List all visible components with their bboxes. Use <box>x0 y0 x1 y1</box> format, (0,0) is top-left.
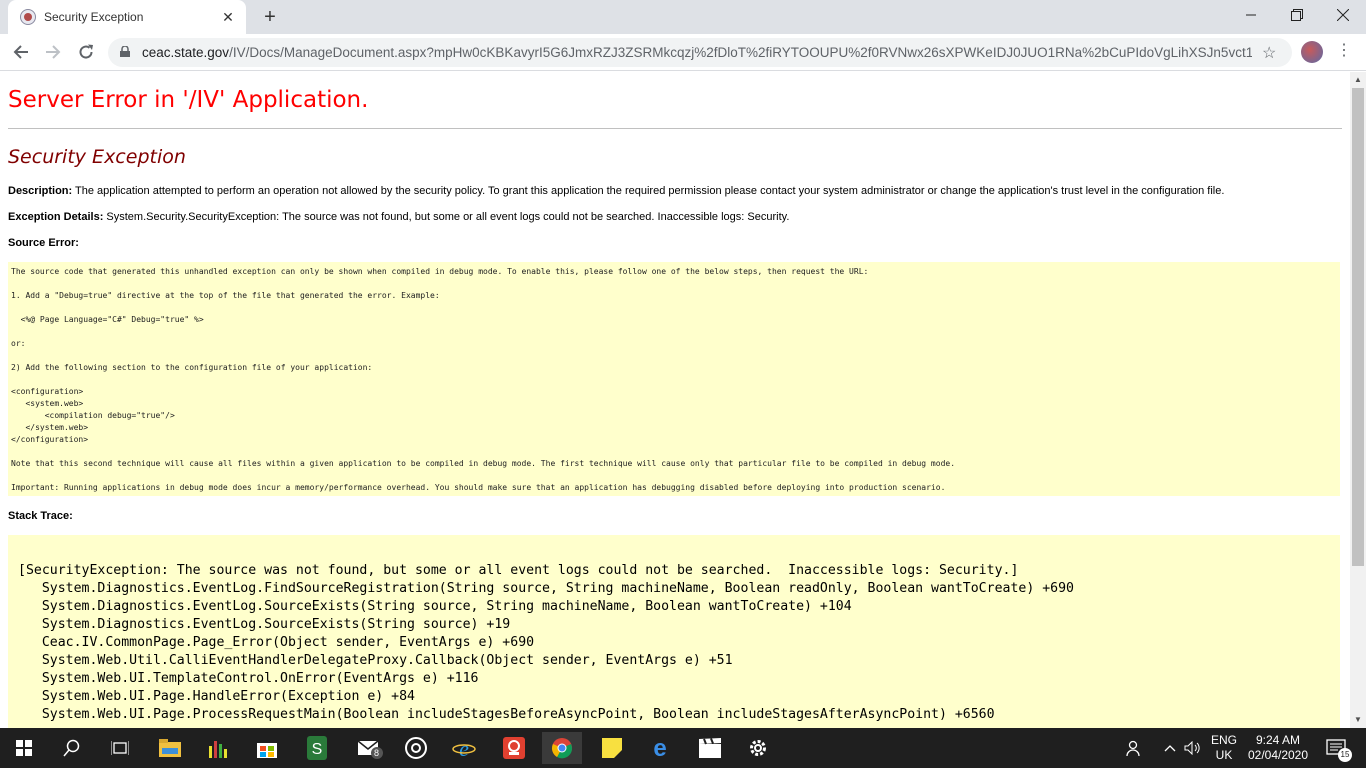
reload-icon[interactable] <box>72 38 100 66</box>
notifications-icon[interactable]: 15 <box>1316 728 1356 768</box>
mail-badge: 8 <box>374 748 380 758</box>
source-line: 2) Add the following section to the conf… <box>11 363 373 372</box>
minimize-icon[interactable] <box>1228 0 1274 30</box>
restore-icon[interactable] <box>1274 0 1320 30</box>
store-icon[interactable] <box>247 732 287 764</box>
language-indicator[interactable]: ENG UK <box>1208 728 1240 768</box>
tab-security-exception[interactable]: Security Exception ✕ <box>8 0 246 34</box>
mail-icon[interactable]: 8 <box>350 732 390 764</box>
source-line: <system.web> <box>11 399 84 408</box>
forward-icon[interactable] <box>39 38 67 66</box>
task-view-icon[interactable] <box>100 732 140 764</box>
settings-gear-icon[interactable] <box>738 732 778 764</box>
stack-line: System.Diagnostics.EventLog.SourceExists… <box>18 617 511 632</box>
description-label: Description: <box>8 185 73 197</box>
browser-toolbar: ceac.state.gov/IV/Docs/ManageDocument.as… <box>0 34 1366 71</box>
stack-line: System.Diagnostics.EventLog.FindSourceRe… <box>18 581 1074 596</box>
stack-line: Ceac.IV.CommonPage.Page_Error(Object sen… <box>18 635 535 650</box>
menu-kebab-icon[interactable]: ⋮ <box>1336 40 1352 64</box>
clock-date: 02/04/2020 <box>1247 748 1309 762</box>
exception-details-text: System.Security.SecurityException: The s… <box>103 211 790 223</box>
source-line: Important: Running applications in debug… <box>11 483 946 492</box>
svg-text:S: S <box>312 741 323 758</box>
target-app-icon[interactable] <box>396 732 436 764</box>
scrollbar-thumb[interactable] <box>1352 88 1364 566</box>
url-text: ceac.state.gov/IV/Docs/ManageDocument.as… <box>142 38 1252 67</box>
alert-app-icon[interactable] <box>494 732 534 764</box>
chart-app-icon[interactable] <box>198 732 238 764</box>
stack-line: System.Web.UI.Page.HandleError(Exception… <box>18 689 415 704</box>
tab-title: Security Exception <box>44 10 144 24</box>
finance-app-icon[interactable]: S <box>297 732 337 764</box>
svg-text:e: e <box>459 736 469 760</box>
edge-icon[interactable]: e <box>640 732 680 764</box>
scroll-down-icon[interactable]: ▼ <box>1350 712 1366 728</box>
windows-taskbar: S 8 e e ENG UK 9:24 AM 02/04/2020 15 <box>0 728 1366 768</box>
address-bar[interactable]: ceac.state.gov/IV/Docs/ManageDocument.as… <box>108 38 1292 67</box>
close-tab-icon[interactable]: ✕ <box>220 9 236 25</box>
stack-trace-label: Stack Trace: <box>8 510 73 522</box>
chrome-icon[interactable] <box>542 732 582 764</box>
seal-favicon-icon <box>20 9 36 25</box>
language-code: ENG <box>1210 733 1237 747</box>
tab-strip: Security Exception ✕ + <box>0 0 1366 34</box>
source-line: 1. Add a "Debug=true" directive at the t… <box>11 291 440 300</box>
stack-trace-box: [SecurityException: The source was not f… <box>8 535 1340 728</box>
file-explorer-icon[interactable] <box>150 732 190 764</box>
source-line: or: <box>11 339 26 348</box>
page-title: Server Error in '/IV' Application. <box>8 87 369 113</box>
internet-explorer-icon[interactable]: e <box>444 732 484 764</box>
source-line: </system.web> <box>11 423 89 432</box>
source-line: </configuration> <box>11 435 89 444</box>
exception-title: Security Exception <box>8 146 186 168</box>
source-line: <configuration> <box>11 387 84 396</box>
stack-line: [SecurityException: The source was not f… <box>18 563 1019 578</box>
vertical-scrollbar[interactable]: ▲ ▼ <box>1350 72 1366 728</box>
clock[interactable]: 9:24 AM 02/04/2020 <box>1244 728 1312 768</box>
description-text: The application attempted to perform an … <box>72 185 1225 197</box>
description-paragraph: Description: The application attempted t… <box>8 185 1224 197</box>
source-error-label: Source Error: <box>8 237 79 249</box>
source-error-box: The source code that generated this unha… <box>8 262 1340 496</box>
windows-start-icon[interactable] <box>4 732 44 764</box>
stack-trace-heading: Stack Trace: <box>8 510 73 522</box>
notification-count: 15 <box>1338 748 1352 762</box>
source-error-heading: Source Error: <box>8 237 79 249</box>
page-content: Server Error in '/IV' Application. Secur… <box>0 72 1350 728</box>
profile-avatar[interactable] <box>1301 41 1323 63</box>
bookmark-star-icon[interactable]: ☆ <box>1262 43 1276 63</box>
clock-time: 9:24 AM <box>1255 733 1301 747</box>
chevron-up-icon[interactable] <box>1160 728 1180 768</box>
stack-line: System.Web.Util.CalliEventHandlerDelegat… <box>18 653 733 668</box>
source-line: The source code that generated this unha… <box>11 267 869 276</box>
exception-details-label: Exception Details: <box>8 211 104 223</box>
sticky-notes-icon[interactable] <box>592 732 632 764</box>
exception-details-paragraph: Exception Details: System.Security.Secur… <box>8 211 789 223</box>
video-editor-icon[interactable] <box>690 732 730 764</box>
stack-line: System.Web.UI.TemplateControl.OnError(Ev… <box>18 671 479 686</box>
divider <box>8 128 1342 129</box>
scroll-up-icon[interactable]: ▲ <box>1350 72 1366 88</box>
lock-icon <box>120 46 130 57</box>
source-line: <compilation debug="true"/> <box>11 411 175 420</box>
stack-line: System.Web.UI.Page.ProcessRequestMain(Bo… <box>18 707 995 722</box>
keyboard-layout: UK <box>1215 748 1233 762</box>
search-icon[interactable] <box>52 732 92 764</box>
source-line: Note that this second technique will cau… <box>11 459 956 468</box>
back-icon[interactable] <box>7 38 35 66</box>
url-path: /IV/Docs/ManageDocument.aspx?mpHw0cKBKav… <box>229 45 1252 60</box>
stack-line: System.Diagnostics.EventLog.SourceExists… <box>18 599 852 614</box>
volume-icon[interactable] <box>1182 728 1204 768</box>
new-tab-icon[interactable]: + <box>256 4 284 30</box>
svg-text:e: e <box>653 737 666 759</box>
close-window-icon[interactable] <box>1320 0 1366 30</box>
people-icon[interactable] <box>1122 728 1148 768</box>
source-line: <%@ Page Language="C#" Debug="true" %> <box>11 315 204 324</box>
url-host: ceac.state.gov <box>142 45 230 60</box>
